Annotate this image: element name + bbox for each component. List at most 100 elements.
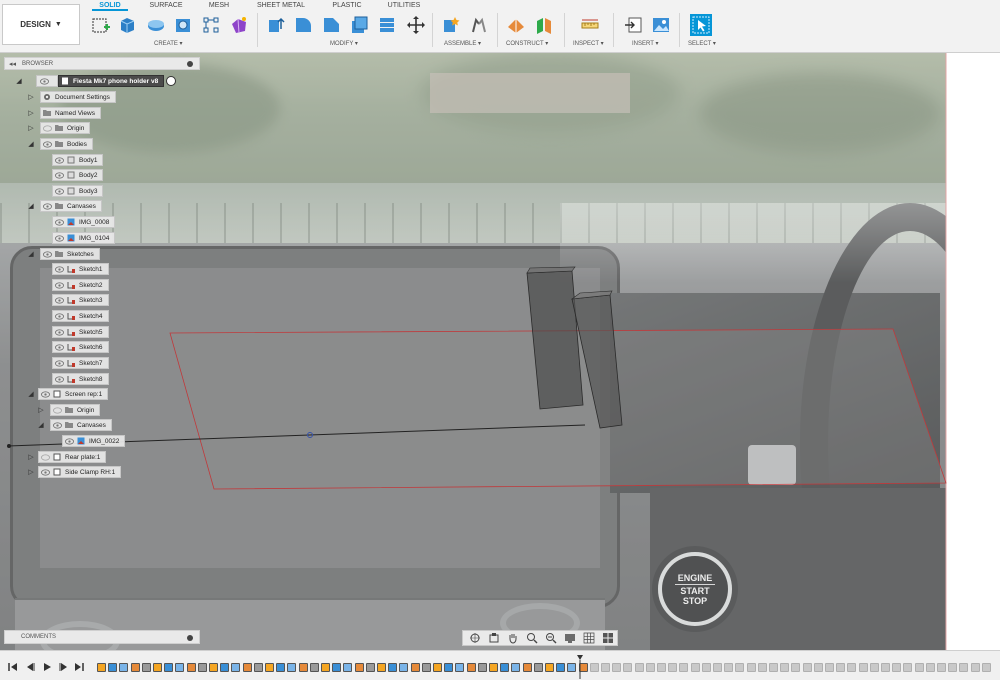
insert-menu[interactable]: INSERT ▾ (632, 40, 658, 47)
timeline-feature-icon[interactable] (399, 663, 409, 672)
expand-triangle-icon[interactable]: ▷ (28, 91, 34, 103)
pin-icon[interactable] (187, 61, 193, 67)
timeline-next-icon[interactable] (59, 662, 69, 672)
tree-node-named-views[interactable]: ▷ Named Views (28, 107, 101, 119)
tree-node-body1[interactable]: Body1 (52, 154, 104, 166)
eye-icon[interactable] (55, 375, 64, 383)
timeline-feature-icon[interactable] (209, 663, 218, 672)
eye-icon[interactable] (43, 140, 52, 148)
timeline-feature-icon[interactable] (533, 663, 543, 672)
timeline-feature-icon[interactable] (556, 663, 566, 672)
tree-node-sketch4[interactable]: Sketch4 (52, 310, 109, 322)
comments-panel[interactable]: COMMENTS (4, 630, 200, 644)
timeline-feature-icon[interactable] (265, 663, 274, 672)
move-icon[interactable] (405, 14, 427, 36)
insert-derive-icon[interactable] (622, 14, 644, 36)
expand-triangle-icon[interactable]: ▷ (38, 404, 44, 416)
create-sketch-icon[interactable] (90, 14, 112, 36)
timeline-marker[interactable] (577, 655, 583, 679)
timeline-feature-icon[interactable] (343, 663, 353, 672)
tree-node-sketches[interactable]: ◢ Sketches (28, 248, 100, 260)
timeline-feature-icon[interactable] (309, 663, 319, 672)
timeline-feature-icon[interactable] (332, 663, 342, 672)
tree-node-sketch8[interactable]: Sketch8 (52, 373, 109, 385)
timeline-feature-icon[interactable] (276, 663, 286, 672)
timeline-feature-icon[interactable] (119, 663, 129, 672)
timeline-feature-icon[interactable] (724, 663, 734, 672)
eye-hidden-icon[interactable] (43, 124, 52, 132)
tree-node-side-clamp[interactable]: ▷ Side Clamp RH:1 (28, 466, 122, 478)
timeline-feature-icon[interactable] (287, 663, 297, 672)
orbit-icon[interactable] (465, 631, 484, 645)
timeline-feature-icon[interactable] (601, 663, 610, 672)
tab-surface[interactable]: SURFACE (146, 0, 186, 11)
assemble-menu[interactable]: ASSEMBLE ▾ (444, 40, 481, 47)
eye-icon[interactable] (53, 421, 62, 429)
tree-node-canvases[interactable]: ◢ Canvases (28, 200, 102, 212)
collapse-triangle-icon[interactable]: ◢ (28, 138, 34, 150)
eye-hidden-icon[interactable] (41, 453, 50, 461)
timeline-feature-icon[interactable] (948, 663, 958, 672)
timeline-feature-icon[interactable] (679, 663, 689, 672)
timeline-feature-icon[interactable] (388, 663, 398, 672)
eye-icon[interactable] (55, 234, 64, 242)
pattern-icon[interactable] (200, 14, 222, 36)
grid-icon[interactable] (579, 631, 598, 645)
eye-icon[interactable] (55, 343, 64, 351)
eye-icon[interactable] (40, 77, 49, 85)
select-cursor-icon[interactable] (690, 14, 712, 36)
timeline-feature-icon[interactable] (892, 663, 902, 672)
timeline-feature-icon[interactable] (903, 663, 913, 672)
tab-sheet-metal[interactable]: SHEET METAL (254, 0, 308, 11)
eye-icon[interactable] (65, 437, 74, 445)
timeline-feature-icon[interactable] (354, 663, 364, 672)
tree-node-document-settings[interactable]: ▷ Document Settings (28, 91, 116, 103)
tree-node-root[interactable]: ◢ Fiesta Mk7 phone holder v8 (16, 75, 177, 87)
expand-triangle-icon[interactable]: ▷ (28, 122, 34, 134)
measure-icon[interactable] (579, 14, 601, 36)
collapse-triangle-icon[interactable]: ◢ (16, 75, 22, 87)
timeline-feature-icon[interactable] (567, 663, 577, 672)
expand-triangle-icon[interactable]: ▷ (28, 107, 34, 119)
timeline-feature-icon[interactable] (197, 663, 207, 672)
timeline-feature-icon[interactable] (735, 663, 745, 672)
timeline-feature-icon[interactable] (377, 663, 386, 672)
eye-hidden-icon[interactable] (53, 406, 62, 414)
timeline-feature-icon[interactable] (433, 663, 442, 672)
inspect-menu[interactable]: INSPECT ▾ (573, 40, 604, 47)
timeline-feature-icon[interactable] (757, 663, 767, 672)
tree-node-screen-rep[interactable]: ◢ Screen rep:1 (28, 388, 109, 400)
eye-icon[interactable] (55, 281, 64, 289)
look-at-icon[interactable] (484, 631, 503, 645)
tab-mesh[interactable]: MESH (203, 0, 235, 11)
timeline-feature-icon[interactable] (836, 663, 846, 672)
timeline-feature-icon[interactable] (321, 663, 330, 672)
timeline-feature-icon[interactable] (511, 663, 521, 672)
midplane-icon[interactable] (533, 14, 555, 36)
timeline-feature-icon[interactable] (937, 663, 946, 672)
timeline-feature-icon[interactable] (500, 663, 510, 672)
tree-node-body3[interactable]: Body3 (52, 185, 104, 197)
tree-node-bodies[interactable]: ◢ Bodies (28, 138, 93, 150)
timeline-feature-icon[interactable] (690, 663, 700, 672)
tab-utilities[interactable]: UTILITIES (384, 0, 424, 11)
tree-node-rear-plate[interactable]: ▷ Rear plate:1 (28, 451, 107, 463)
tree-node-sketch2[interactable]: Sketch2 (52, 279, 109, 291)
timeline-feature-icon[interactable] (746, 663, 756, 672)
tree-node-img-0022[interactable]: IMG_0022 (62, 435, 126, 447)
timeline-feature-icon[interactable] (802, 663, 812, 672)
timeline-feature-icon[interactable] (175, 663, 185, 672)
tree-node-sketch6[interactable]: Sketch6 (52, 341, 109, 353)
timeline-feature-icon[interactable] (881, 663, 890, 672)
tree-node-img-0008[interactable]: IMG_0008 (52, 216, 116, 228)
eye-icon[interactable] (55, 296, 64, 304)
timeline-feature-icon[interactable] (477, 663, 487, 672)
timeline-feature-icon[interactable] (813, 663, 823, 672)
timeline-feature-icon[interactable] (545, 663, 554, 672)
timeline-last-icon[interactable] (74, 662, 84, 672)
tab-plastic[interactable]: PLASTIC (327, 0, 367, 11)
timeline-feature-icon[interactable] (713, 663, 722, 672)
collapse-arrows-icon[interactable]: ◂◂ (9, 60, 16, 68)
timeline-feature-icon[interactable] (410, 663, 420, 672)
canvas-viewport[interactable]: ENGINE START STOP (0, 53, 1000, 650)
